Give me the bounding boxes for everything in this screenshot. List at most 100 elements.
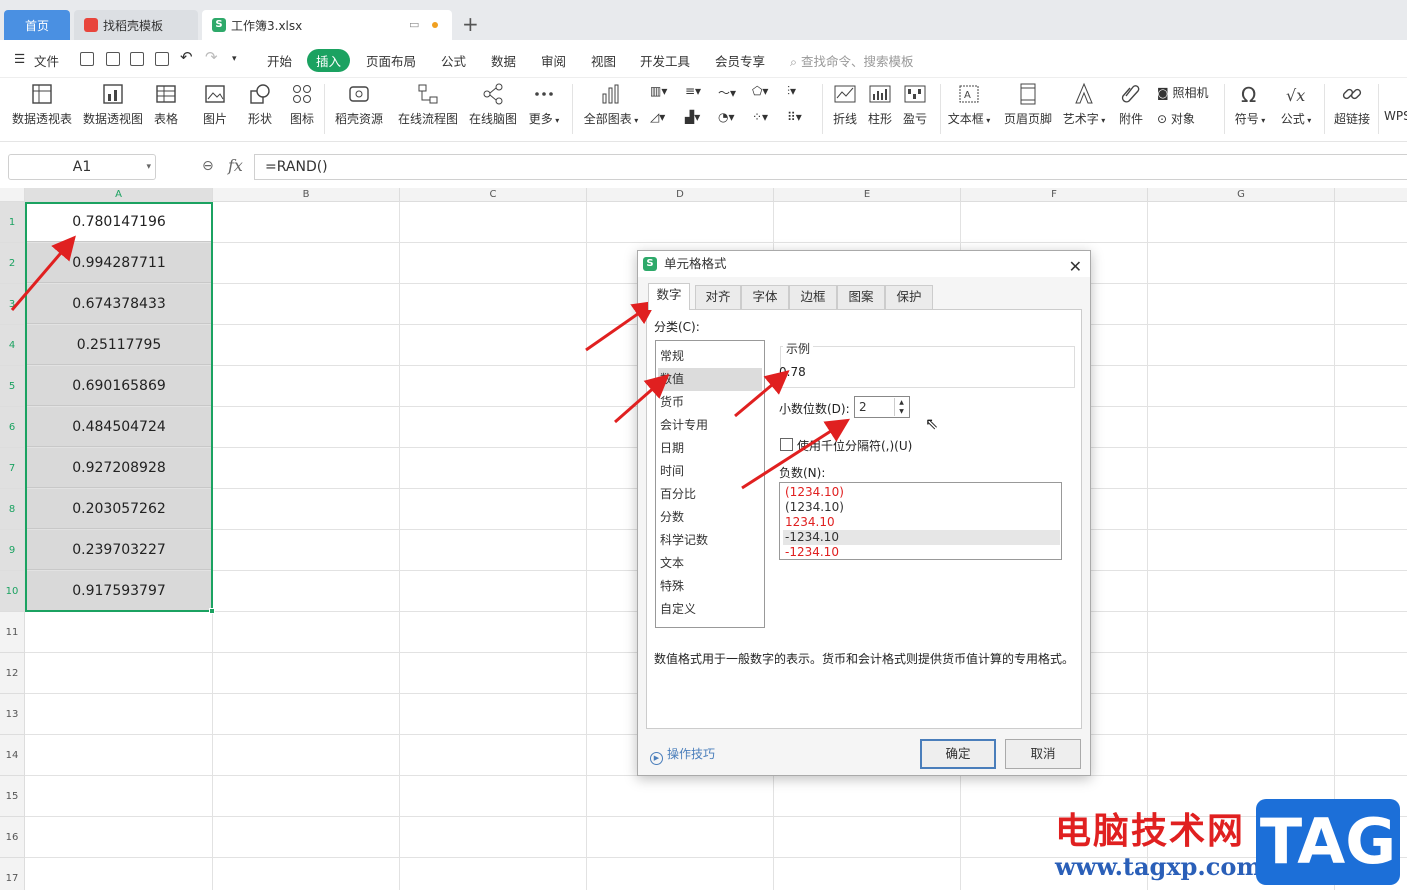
monitor-icon[interactable]: ▭: [409, 18, 419, 31]
stock-chart-small-icon[interactable]: ⫶▾: [787, 84, 796, 99]
table-button[interactable]: 表格: [150, 82, 182, 127]
tab-alignment[interactable]: 对齐: [695, 285, 741, 309]
ok-button[interactable]: 确定: [920, 739, 996, 769]
print-preview-icon[interactable]: [155, 52, 169, 66]
export-pdf-icon[interactable]: [106, 52, 120, 66]
line-chart-small-icon[interactable]: 〜▾: [718, 84, 736, 101]
area-chart-small-icon[interactable]: ◿▾: [650, 110, 665, 124]
pivot-chart-button[interactable]: 数据透视图: [81, 82, 145, 127]
sparkline-line-button[interactable]: 折线: [830, 82, 860, 127]
save-icon[interactable]: [80, 52, 94, 66]
zoom-search-icon[interactable]: ⊖: [202, 158, 214, 174]
all-charts-button[interactable]: 全部图表 ▾: [580, 82, 642, 127]
pie-chart-small-icon[interactable]: ◔▾: [718, 110, 735, 124]
thousands-separator-checkbox[interactable]: [780, 438, 793, 451]
close-icon[interactable]: ✕: [1069, 254, 1082, 280]
tab-document[interactable]: S 工作簿3.xlsx ▭: [202, 10, 452, 40]
row-header-17[interactable]: 17: [0, 858, 25, 890]
wps-button[interactable]: WPS: [1384, 109, 1407, 123]
more-button[interactable]: 更多 ▾: [526, 82, 562, 127]
column-header-f[interactable]: F: [961, 188, 1148, 202]
menu-formula[interactable]: 公式: [441, 51, 466, 70]
category-item[interactable]: 百分比: [660, 483, 762, 506]
cell-a1[interactable]: 0.780147196: [26, 202, 212, 242]
column-header-h[interactable]: [1335, 188, 1407, 202]
category-item[interactable]: 会计专用: [660, 414, 762, 437]
category-item[interactable]: 日期: [660, 437, 762, 460]
tab-number[interactable]: 数字: [648, 283, 690, 310]
cell-a3[interactable]: 0.674378433: [26, 284, 212, 324]
quick-access-dropdown-icon[interactable]: ▾: [232, 54, 237, 64]
row-header-14[interactable]: 14: [0, 735, 25, 776]
negative-numbers-list[interactable]: (1234.10) (1234.10) 1234.10 -1234.10 -12…: [779, 482, 1062, 560]
hamburger-icon[interactable]: ☰: [14, 51, 25, 66]
category-item[interactable]: 货币: [660, 391, 762, 414]
menu-insert[interactable]: 插入: [307, 49, 351, 72]
tab-home[interactable]: 首页: [4, 10, 70, 40]
docer-resources-button[interactable]: 稻壳资源: [332, 82, 386, 127]
menu-data[interactable]: 数据: [491, 51, 516, 70]
row-header-10[interactable]: 10: [0, 571, 25, 612]
command-search[interactable]: ⌕ 查找命令、搜索模板: [790, 51, 914, 70]
row-header-3[interactable]: 3: [0, 284, 25, 325]
row-header-6[interactable]: 6: [0, 407, 25, 448]
tab-protection[interactable]: 保护: [885, 285, 933, 309]
picture-button[interactable]: 图片: [196, 82, 234, 127]
cell-a8[interactable]: 0.203057262: [26, 489, 212, 529]
column-header-g[interactable]: G: [1148, 188, 1335, 202]
cancel-button[interactable]: 取消: [1005, 739, 1081, 769]
sparkline-column-button[interactable]: 柱形: [865, 82, 895, 127]
category-item[interactable]: 数值: [658, 368, 762, 391]
negative-option[interactable]: (1234.10): [783, 485, 1060, 500]
sparkline-winloss-button[interactable]: 盈亏: [900, 82, 930, 127]
header-footer-button[interactable]: 页眉页脚: [1000, 82, 1056, 127]
hyperlink-button[interactable]: 超链接: [1332, 82, 1372, 127]
menu-member[interactable]: 会员专享: [715, 51, 765, 70]
icon-button[interactable]: 图标: [286, 82, 318, 127]
cell-a2[interactable]: 0.994287711: [26, 243, 212, 283]
cell-a10[interactable]: 0.917593797: [26, 571, 212, 611]
row-header-2[interactable]: 2: [0, 243, 25, 284]
column-chart-small-icon[interactable]: ≡▾: [685, 84, 701, 98]
online-flowchart-button[interactable]: 在线流程图: [396, 82, 460, 127]
category-item[interactable]: 自定义: [660, 598, 762, 621]
menu-view[interactable]: 视图: [591, 51, 616, 70]
category-item[interactable]: 科学记数: [660, 529, 762, 552]
negative-option[interactable]: -1234.10: [783, 545, 1060, 560]
column-header-b[interactable]: B: [213, 188, 400, 202]
category-item[interactable]: 特殊: [660, 575, 762, 598]
fill-handle[interactable]: [209, 608, 215, 614]
row-header-16[interactable]: 16: [0, 817, 25, 858]
object-button[interactable]: ⊙ 对象: [1157, 110, 1195, 127]
menu-start[interactable]: 开始: [267, 51, 292, 70]
menu-developer[interactable]: 开发工具: [640, 51, 690, 70]
undo-icon[interactable]: ↶: [180, 48, 193, 66]
negative-option[interactable]: (1234.10): [783, 500, 1060, 515]
row-header-12[interactable]: 12: [0, 653, 25, 694]
row-header-1[interactable]: 1: [0, 202, 25, 243]
cell-a6[interactable]: 0.484504724: [26, 407, 212, 447]
equation-button[interactable]: √x 公式 ▾: [1276, 82, 1316, 127]
row-header-9[interactable]: 9: [0, 530, 25, 571]
category-item[interactable]: 文本: [660, 552, 762, 575]
textbox-button[interactable]: A 文本框 ▾: [946, 82, 992, 127]
row-header-15[interactable]: 15: [0, 776, 25, 817]
row-header-5[interactable]: 5: [0, 366, 25, 407]
formula-input[interactable]: =RAND(): [254, 154, 1407, 180]
decimal-places-stepper[interactable]: 2 ▲ ▼: [854, 396, 910, 418]
column-header-d[interactable]: D: [587, 188, 774, 202]
wordart-button[interactable]: 艺术字 ▾: [1060, 82, 1108, 127]
attachment-button[interactable]: 附件: [1116, 82, 1146, 127]
column-header-c[interactable]: C: [400, 188, 587, 202]
tab-template[interactable]: 找稻壳模板: [74, 10, 198, 40]
menu-page-layout[interactable]: 页面布局: [366, 51, 416, 70]
cell-a7[interactable]: 0.927208928: [26, 448, 212, 488]
tab-font[interactable]: 字体: [741, 285, 789, 309]
symbol-button[interactable]: Ω 符号 ▾: [1230, 82, 1270, 127]
column-header-a[interactable]: A: [25, 188, 213, 202]
online-mindmap-button[interactable]: 在线脑图: [466, 82, 520, 127]
menu-review[interactable]: 审阅: [541, 51, 566, 70]
negative-option[interactable]: 1234.10: [783, 515, 1060, 530]
print-icon[interactable]: [130, 52, 144, 66]
spinner-arrows-icon[interactable]: ▲ ▼: [894, 398, 908, 416]
